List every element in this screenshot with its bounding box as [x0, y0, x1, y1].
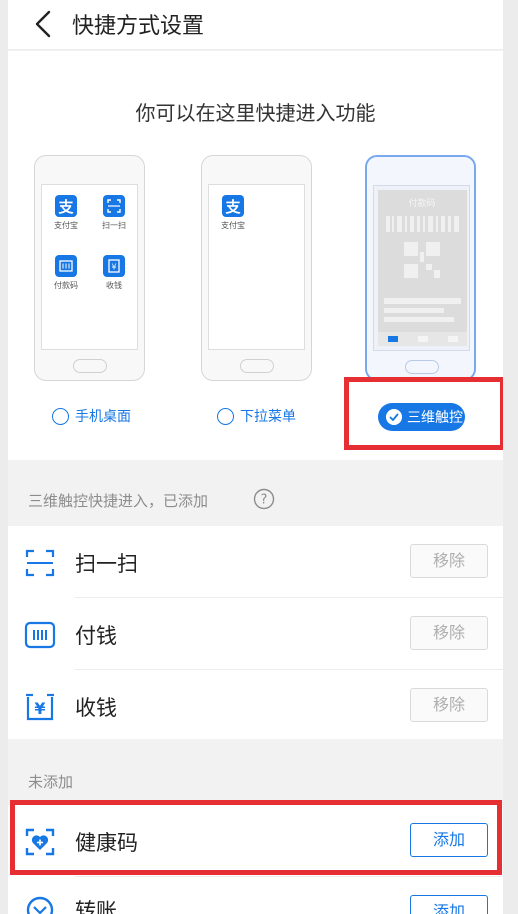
remove-button[interactable]: 移除	[410, 616, 488, 650]
app-tile-scan: 扫一扫	[94, 195, 134, 231]
svg-text:支: 支	[224, 198, 241, 216]
item-label: 付钱	[75, 624, 117, 648]
list-item: ¥ 收钱 移除	[8, 670, 503, 742]
svg-text:支: 支	[57, 198, 74, 216]
app-tile-label: 付款码	[54, 281, 78, 290]
shortcut-intro-card: 你可以在这里快捷进入功能 支 支付宝 扫一扫 付款码 ¥ 收钱 支 支付宝 付款…	[8, 51, 503, 460]
app-tile-alipay: 支 支付宝	[213, 195, 253, 231]
phone-preview-3d-touch[interactable]: 付款码	[365, 155, 476, 381]
pay-code-preview: 付款码	[378, 190, 467, 346]
phone-screen: 支 支付宝	[208, 184, 305, 350]
item-label: 转账	[75, 899, 117, 914]
highlight-box-health-code	[10, 800, 502, 875]
option-label: 下拉菜单	[240, 409, 296, 425]
radio-unchecked-icon	[52, 407, 69, 425]
highlight-box-selected-option	[344, 377, 503, 450]
svg-text:¥: ¥	[34, 699, 45, 718]
remove-button[interactable]: 移除	[410, 688, 488, 722]
scan-icon	[103, 195, 125, 217]
back-arrow-icon[interactable]	[30, 9, 60, 39]
receive-money-icon: ¥	[26, 693, 54, 721]
radio-unchecked-icon	[217, 407, 234, 425]
transfer-icon	[26, 896, 54, 914]
svg-text:?: ?	[261, 493, 268, 508]
alipay-icon: 支	[222, 195, 244, 217]
pay-code-icon	[24, 621, 56, 649]
option-label: 手机桌面	[75, 409, 131, 425]
receive-money-icon: ¥	[103, 255, 125, 277]
phone-preview-desktop[interactable]: 支 支付宝 扫一扫 付款码 ¥ 收钱	[34, 155, 145, 381]
preview-title: 付款码	[408, 197, 435, 209]
added-list: 扫一扫 移除 付钱 移除 ¥ 收钱 移除	[8, 526, 503, 739]
option-dropdown[interactable]: 下拉菜单	[217, 406, 296, 426]
app-frame: 快捷方式设置 你可以在这里快捷进入功能 支 支付宝 扫一扫 付款码 ¥ 收钱 支…	[8, 0, 503, 914]
item-label: 扫一扫	[75, 552, 138, 576]
app-tile-label: 收钱	[106, 281, 122, 290]
page-title: 快捷方式设置	[72, 14, 205, 39]
phone-home-button	[73, 359, 107, 373]
option-desktop[interactable]: 手机桌面	[52, 406, 131, 426]
list-item: 扫一扫 移除	[8, 526, 503, 598]
app-tile-label: 支付宝	[54, 221, 78, 230]
app-tile-alipay: 支 支付宝	[46, 195, 86, 231]
pay-code-preview-graphic: 付款码	[378, 197, 467, 346]
app-tile-label: 扫一扫	[102, 221, 126, 230]
phone-screen: 支 支付宝 扫一扫 付款码 ¥ 收钱	[41, 184, 138, 350]
add-button[interactable]: 添加	[410, 895, 488, 914]
app-tile-pay-code: 付款码	[46, 255, 86, 291]
remove-button[interactable]: 移除	[410, 544, 488, 578]
svg-text:¥: ¥	[111, 263, 116, 272]
not-added-section-title: 未添加	[28, 773, 74, 791]
app-tile-label: 支付宝	[221, 221, 245, 230]
intro-heading: 你可以在这里快捷进入功能	[135, 101, 376, 125]
phone-home-button	[405, 360, 439, 374]
divider	[75, 876, 503, 877]
phone-preview-dropdown[interactable]: 支 支付宝	[201, 155, 312, 381]
scan-icon	[25, 549, 55, 577]
item-label: 收钱	[75, 696, 117, 720]
list-item: 转账 添加	[8, 881, 503, 914]
phone-screen: 付款码	[373, 185, 470, 351]
help-icon[interactable]: ?	[253, 488, 275, 510]
app-tile-receive: ¥ 收钱	[94, 255, 134, 291]
nav-header: 快捷方式设置	[8, 0, 503, 50]
list-item: 付钱 移除	[8, 598, 503, 670]
alipay-icon: 支	[55, 195, 77, 217]
phone-home-button	[240, 359, 274, 373]
pay-code-icon	[55, 255, 77, 277]
added-section-title: 三维触控快捷进入，已添加	[28, 492, 209, 510]
